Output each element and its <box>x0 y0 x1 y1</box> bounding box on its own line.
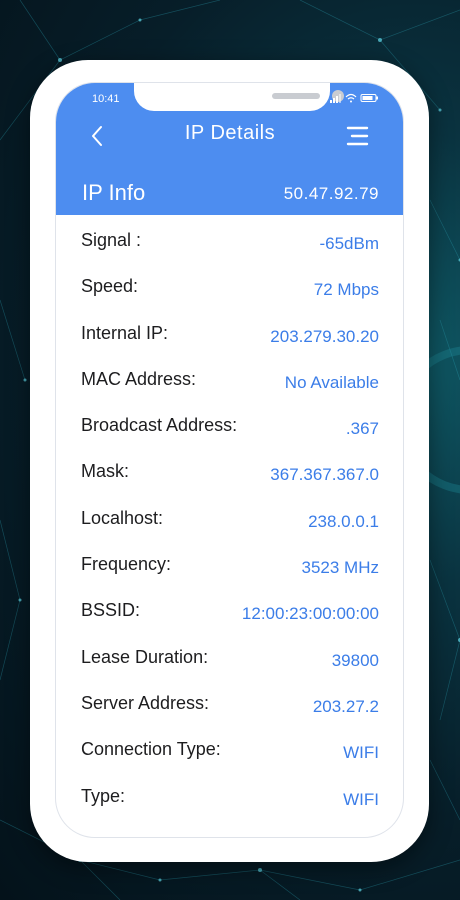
speaker-grille <box>272 93 320 99</box>
battery-icon <box>360 94 378 102</box>
detail-value: 3523 MHz <box>301 558 379 578</box>
detail-label: BSSID: <box>81 600 141 621</box>
detail-row-lease-duration: Lease Duration: 39800 <box>56 632 403 678</box>
detail-value: 39800 <box>331 650 379 670</box>
detail-label: Localhost: <box>81 507 164 528</box>
detail-label: Server Address: <box>81 692 210 713</box>
wifi-icon <box>345 93 357 103</box>
signal-icon <box>330 94 341 103</box>
detail-label: Connection Type: <box>81 739 221 760</box>
detail-label: Mask: <box>81 461 130 482</box>
detail-row-localhost: Localhost: 238.0.0.1 <box>56 493 403 539</box>
detail-row-internal-ip: Internal IP: 203.279.30.20 <box>56 308 403 354</box>
chevron-left-icon[interactable] <box>86 121 110 151</box>
detail-label: Broadcast Address: <box>81 415 238 436</box>
detail-label: MAC Address: <box>81 368 197 389</box>
detail-row-type: Type: WIFI <box>56 771 403 817</box>
detail-row-server-address: Server Address: 203.27.2 <box>56 678 403 724</box>
phone-screen: 10:41 IP Details IP Info 50.47.92.79 Sig… <box>55 82 404 838</box>
detail-row-mask: Mask: 367.367.367.0 <box>56 446 403 492</box>
detail-row-broadcast-address: Broadcast Address: .367 <box>56 400 403 446</box>
detail-value: No Available <box>284 372 379 392</box>
app-header: 10:41 IP Details IP Info 50.47.92.79 <box>56 83 403 215</box>
detail-row-frequency: Frequency: 3523 MHz <box>56 539 403 585</box>
detail-label: Signal : <box>81 230 142 250</box>
detail-value: .367 <box>345 419 379 439</box>
detail-label: Lease Duration: <box>81 646 209 667</box>
phone-notch <box>134 83 344 111</box>
detail-row-mac-address: MAC Address: No Available <box>56 354 403 400</box>
ip-details-list: Signal : -65dBm Speed: 72 Mbps Internal … <box>56 215 403 817</box>
detail-label: Speed: <box>81 276 139 297</box>
detail-value: 367.367.367.0 <box>270 465 379 485</box>
detail-label: Type: <box>81 785 126 806</box>
menu-icon[interactable] <box>344 125 370 147</box>
detail-value: WIFI <box>343 743 379 763</box>
status-icons <box>330 93 378 103</box>
detail-row-speed: Speed: 72 Mbps <box>56 261 403 307</box>
ip-info-value: 50.47.92.79 <box>283 184 379 203</box>
detail-label: Internal IP: <box>81 322 169 343</box>
ip-info-label: IP Info <box>82 180 146 205</box>
detail-label: Frequency: <box>81 554 172 575</box>
status-time: 10:41 <box>92 93 120 105</box>
detail-value: 12:00:23:00:00:00 <box>241 604 379 624</box>
detail-value: 72 Mbps <box>313 280 379 300</box>
detail-value: 238.0.0.1 <box>308 511 379 531</box>
detail-value: -65dBm <box>319 234 379 253</box>
page-title: IP Details <box>184 122 276 144</box>
detail-value: 203.279.30.20 <box>270 326 379 346</box>
detail-value: WIFI <box>343 789 379 809</box>
detail-row-signal: Signal : -65dBm <box>56 215 403 261</box>
detail-value: 203.27.2 <box>312 696 379 716</box>
detail-row-connection-type: Connection Type: WIFI <box>56 724 403 770</box>
detail-row-bssid: BSSID: 12:00:23:00:00:00 <box>56 585 403 631</box>
